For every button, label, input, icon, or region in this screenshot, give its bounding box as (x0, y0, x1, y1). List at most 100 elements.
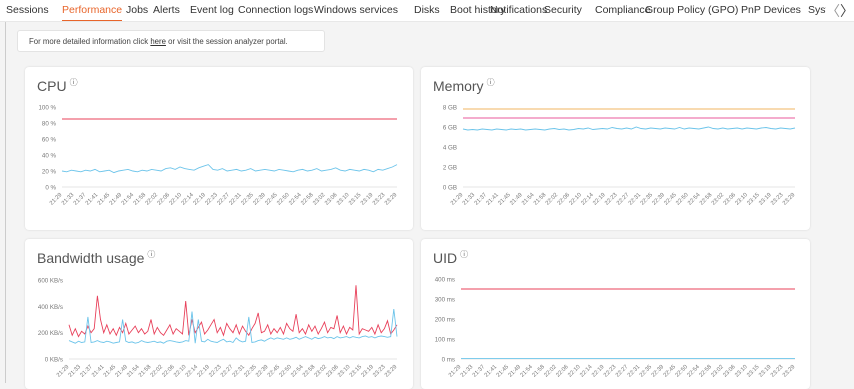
x-tick-label: 22:58 (698, 364, 713, 379)
y-tick-label: 100 ms (435, 337, 455, 344)
x-tick-label: 23:06 (723, 192, 738, 207)
x-tick-label: 21:58 (133, 192, 148, 207)
tab-compliance[interactable]: Compliance (595, 0, 650, 21)
y-tick-label: 40 % (42, 153, 57, 160)
x-tick-label: 21:45 (496, 364, 511, 379)
x-tick-label: 22:50 (276, 192, 291, 207)
uid-chart: 400 ms300 ms200 ms100 ms0 ms21:2921:3321… (435, 277, 797, 379)
y-tick-label: 6 GB (443, 125, 457, 132)
bandwidth-chart: 600 KB/s 400 KB/s 200 KB/s 0 KB/s21:2921:33… (38, 278, 399, 379)
x-tick-label: 21:58 (533, 192, 548, 207)
x-tick-label: 21:37 (73, 192, 88, 207)
y-tick-label: 400 KB/s (38, 304, 63, 311)
series-line (68, 285, 398, 338)
x-tick-label: 21:29 (450, 192, 465, 207)
tab-performance[interactable]: Performance (62, 0, 123, 21)
x-tick-label: 22:02 (145, 192, 160, 207)
info-here-link[interactable]: here (150, 37, 166, 46)
x-tick-label: 23:02 (711, 192, 726, 207)
x-tick-label: 23:23 (770, 192, 785, 207)
chevron-left-icon[interactable]: 〈 (826, 2, 840, 20)
x-tick-label: 22:58 (302, 364, 317, 379)
x-tick-label: 22:19 (196, 364, 211, 379)
x-tick-label: 23:29 (384, 192, 399, 207)
x-tick-label: 22:23 (204, 192, 219, 207)
x-tick-label: 23:23 (770, 364, 785, 379)
tab-windows-services[interactable]: Windows services (314, 0, 398, 21)
x-tick-label: 21:45 (497, 192, 512, 207)
info-banner: For more detailed information click here… (17, 30, 325, 52)
x-tick-label: 22:02 (545, 192, 560, 207)
left-divider (5, 22, 6, 383)
x-tick-label: 22:50 (675, 364, 690, 379)
y-tick-label: 8 GB (443, 105, 457, 112)
x-tick-label: 21:58 (531, 364, 546, 379)
series-line (68, 308, 398, 344)
x-tick-label: 22:31 (232, 364, 247, 379)
tab-bar: Sessions Performance Jobs Alerts Event log Co… (0, 0, 854, 22)
x-tick-label: 21:45 (97, 192, 112, 207)
x-tick-label: 21:49 (508, 364, 523, 379)
x-tick-label: 21:37 (79, 364, 94, 379)
x-tick-label: 22:23 (603, 364, 618, 379)
x-tick-label: 22:06 (157, 192, 172, 207)
tab-jobs[interactable]: Jobs (126, 0, 148, 21)
x-tick-label: 22:39 (255, 364, 270, 379)
x-tick-label: 22:27 (220, 364, 235, 379)
x-tick-label: 22:10 (173, 364, 188, 379)
x-tick-label: 21:41 (485, 192, 500, 207)
x-tick-label: 23:19 (360, 192, 375, 207)
x-tick-label: 21:41 (91, 364, 106, 379)
x-tick-label: 21:49 (114, 364, 129, 379)
info-suffix: or visit the session analyzer portal. (165, 37, 288, 46)
x-tick-label: 22:39 (651, 192, 666, 207)
y-tick-label: 60 % (42, 137, 57, 144)
y-tick-label: 2 GB (443, 165, 457, 172)
uid-panel: UID ⓘ 400 ms 300 ms 200 ms 100 ms 0 ms 21:29 21… (421, 239, 810, 389)
x-tick-label: 22:39 (252, 192, 267, 207)
x-tick-label: 22:31 (627, 364, 642, 379)
x-tick-label: 22:06 (161, 364, 176, 379)
tab-connection-logs[interactable]: Connection logs (238, 0, 313, 21)
x-tick-label: 22:31 (228, 192, 243, 207)
x-tick-label: 22:10 (567, 364, 582, 379)
x-tick-label: 22:19 (192, 192, 207, 207)
x-tick-label: 21:33 (61, 192, 76, 207)
x-tick-label: 21:33 (68, 364, 83, 379)
x-tick-label: 22:45 (663, 192, 678, 207)
x-tick-label: 23:19 (360, 364, 375, 379)
memory-panel: Memory ⓘ 8 GB 6 GB 4 GB 2 GB 0 GB 21:29 21:33 21… (421, 67, 810, 230)
x-tick-label: 22:31 (628, 192, 643, 207)
tab-pnp-devices[interactable]: PnP Devices (741, 0, 801, 21)
tab-notifications[interactable]: Notifications (490, 0, 547, 21)
tab-group-policy-gpo[interactable]: Group Policy (GPO) (645, 0, 738, 21)
y-tick-label: 0 GB (443, 185, 457, 192)
tab-event-log[interactable]: Event log (190, 0, 234, 21)
x-tick-label: 21:29 (56, 364, 71, 379)
x-tick-label: 22:06 (557, 192, 572, 207)
x-tick-label: 22:39 (651, 364, 666, 379)
x-tick-label: 23:10 (734, 364, 749, 379)
series-line (462, 126, 796, 131)
cpu-panel: CPU ⓘ 100 % 80 % 60 % 40 % 20 % 0 % 21:29 21:33 2… (25, 67, 413, 230)
x-tick-label: 23:02 (312, 192, 327, 207)
x-tick-label: 22:19 (591, 364, 606, 379)
x-tick-label: 22:35 (243, 364, 258, 379)
tab-disks[interactable]: Disks (414, 0, 440, 21)
y-tick-label: 200 ms (435, 317, 455, 324)
x-tick-label: 22:10 (169, 192, 184, 207)
x-tick-label: 23:06 (325, 364, 340, 379)
x-tick-label: 22:45 (264, 192, 279, 207)
x-tick-label: 23:15 (349, 364, 364, 379)
tab-alerts[interactable]: Alerts (153, 0, 180, 21)
tab-sessions[interactable]: Sessions (6, 0, 49, 21)
x-tick-label: 23:19 (758, 192, 773, 207)
chevron-right-icon[interactable]: 〉 (840, 2, 854, 20)
y-tick-label: 20 % (42, 169, 57, 176)
y-tick-label: 0 ms (442, 357, 455, 364)
tab-security[interactable]: Security (544, 0, 582, 21)
y-tick-label: 600 KB/s (38, 278, 63, 285)
x-tick-label: 22:02 (150, 364, 165, 379)
x-tick-label: 22:58 (699, 192, 714, 207)
y-tick-label: 200 KB/s (38, 330, 63, 337)
